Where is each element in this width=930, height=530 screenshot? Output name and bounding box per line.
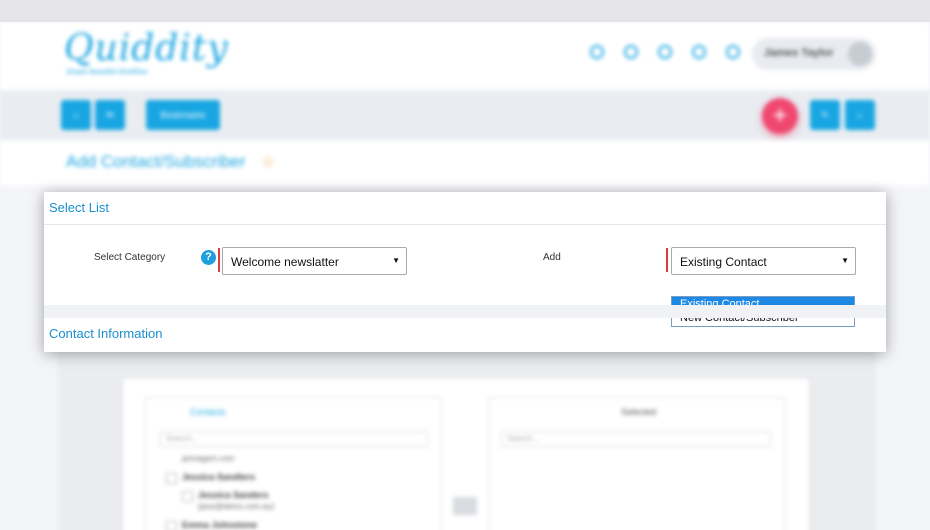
chevron-down-icon: ▼ bbox=[392, 256, 400, 265]
contacts-search-input[interactable]: Search... bbox=[160, 431, 428, 447]
list-item[interactable]: Emma Johnstone bbox=[182, 520, 257, 530]
select-list-panel: Select List Select Category ? Welcome ne… bbox=[44, 192, 886, 352]
category-select[interactable]: Welcome newslatter ▼ bbox=[222, 247, 407, 275]
checkbox[interactable] bbox=[182, 491, 193, 502]
avatar bbox=[848, 42, 872, 66]
list-item[interactable]: Jessica Sandlers bbox=[182, 472, 255, 482]
mail-icon: ✉ bbox=[106, 109, 114, 120]
user-menu[interactable]: James Taylor bbox=[752, 38, 876, 70]
user-name: James Taylor bbox=[764, 47, 834, 59]
add-label: Add bbox=[543, 252, 561, 263]
search-icon: ⌕ bbox=[857, 109, 863, 120]
title-bar: Add Contact/Subscriber ☆ bbox=[0, 140, 930, 186]
add-select-value: Existing Contact bbox=[680, 255, 767, 269]
edit-icon: ✎ bbox=[821, 109, 829, 120]
microphone-icon[interactable] bbox=[726, 45, 740, 59]
required-indicator bbox=[666, 248, 668, 272]
edit-button[interactable]: ✎ bbox=[810, 100, 840, 130]
checkbox[interactable] bbox=[166, 473, 177, 484]
move-right-button[interactable] bbox=[453, 497, 477, 515]
logo[interactable]: Quiddity bbox=[64, 28, 229, 69]
home-icon: ⌂ bbox=[73, 110, 79, 120]
category-select-value: Welcome newslatter bbox=[231, 255, 339, 269]
section-separator bbox=[44, 305, 886, 318]
top-bar: Quiddity Simple Beautiful Workflow James… bbox=[0, 22, 930, 90]
add-select[interactable]: Existing Contact ▼ bbox=[671, 247, 856, 275]
toolbar: ⌂ ✉ Bookmarks + ✎ ⌕ bbox=[0, 90, 930, 140]
chevron-down-icon: ▼ bbox=[841, 256, 849, 265]
checkbox[interactable] bbox=[166, 521, 177, 530]
list-item[interactable]: Jessica Sanders bbox=[198, 490, 269, 500]
home-button[interactable]: ⌂ bbox=[61, 100, 91, 130]
settings-icon[interactable] bbox=[590, 45, 604, 59]
add-button[interactable]: + bbox=[762, 98, 798, 134]
selected-pane: Selected Search... bbox=[488, 397, 785, 530]
app-window: Quiddity Simple Beautiful Workflow James… bbox=[0, 22, 930, 530]
bookmarks-label: Bookmarks bbox=[160, 110, 206, 120]
list-item-partial: jannagem.com bbox=[182, 454, 235, 463]
tab-selected[interactable]: Selected bbox=[621, 407, 656, 417]
required-indicator bbox=[218, 248, 220, 272]
chat-icon[interactable] bbox=[624, 45, 638, 59]
list-item-email: (jess@demo.com.au) bbox=[198, 502, 275, 511]
tab-contacts[interactable]: Contacts bbox=[190, 407, 226, 417]
section-title-select-list: Select List bbox=[49, 200, 109, 215]
headset-icon[interactable] bbox=[692, 45, 706, 59]
selected-search-input[interactable]: Search... bbox=[501, 431, 771, 447]
top-icons bbox=[590, 45, 740, 59]
select-category-label: Select Category bbox=[94, 252, 166, 263]
search-button[interactable]: ⌕ bbox=[845, 100, 875, 130]
logo-tagline: Simple Beautiful Workflow bbox=[66, 69, 148, 76]
contacts-pane: Contacts Search... jannagem.com Jessica … bbox=[145, 397, 442, 530]
section-title-contact-information: Contact Information bbox=[49, 326, 163, 341]
bookmarks-button[interactable]: Bookmarks bbox=[146, 100, 220, 130]
divider bbox=[44, 224, 886, 225]
mail-button[interactable]: ✉ bbox=[95, 100, 125, 130]
help-icon[interactable]: ? bbox=[201, 250, 216, 265]
bell-icon[interactable] bbox=[658, 45, 672, 59]
star-icon[interactable]: ☆ bbox=[261, 152, 275, 172]
page-title: Add Contact/Subscriber bbox=[66, 152, 246, 171]
